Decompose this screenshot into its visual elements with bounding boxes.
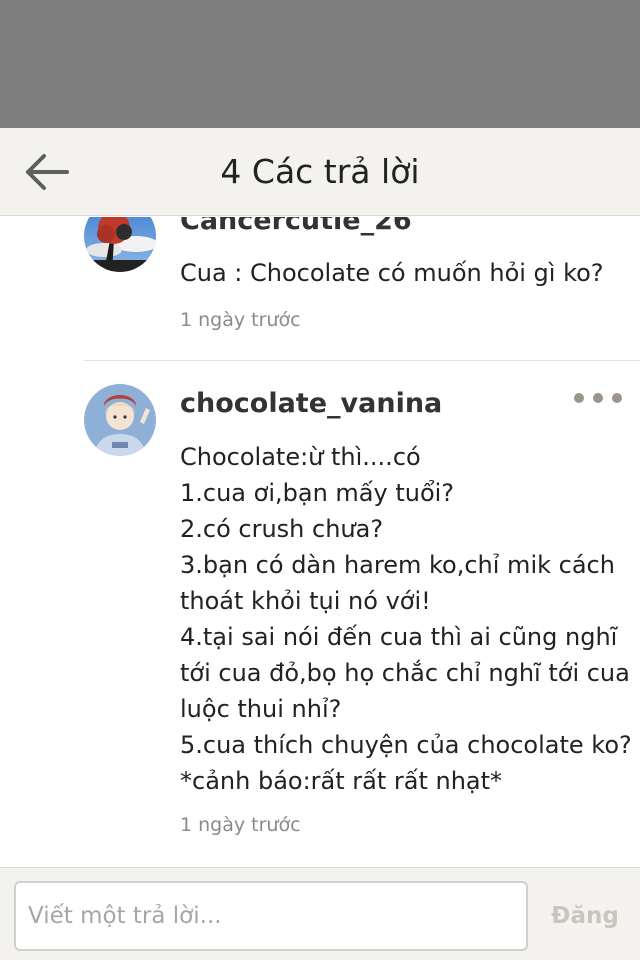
comment-line: 4.tại sai nói đến cua thì ai cũng nghĩ	[180, 623, 618, 651]
comment-line: thoát khỏi tụi nó với!	[180, 587, 431, 615]
avatar[interactable]	[84, 217, 156, 272]
comment-username[interactable]: chocolate_vanina	[180, 388, 442, 419]
more-dot	[593, 393, 603, 403]
comment-body: Chocolate:ừ thì....có 1.cua ơi,bạn mấy t…	[180, 439, 632, 799]
status-bar-area	[0, 0, 640, 128]
comment-line: Cua : Chocolate có muốn hỏi gì ko?	[180, 259, 604, 287]
comment-line: 2.có crush chưa?	[180, 515, 384, 543]
comment-line: tới cua đỏ,bọ họ chắc chỉ nghĩ tới cua	[180, 659, 630, 687]
page-title: 4 Các trả lời	[220, 152, 420, 191]
comment-username[interactable]: Cancercutie_26	[180, 217, 412, 236]
reply-input[interactable]	[14, 881, 528, 951]
avatar[interactable]	[84, 384, 156, 456]
comment-line: luộc thui nhỉ?	[180, 695, 342, 723]
comment-timestamp: 1 ngày trước	[180, 814, 301, 836]
post-button[interactable]: Đăng	[540, 881, 630, 951]
comment-line: 1.cua ơi,bạn mấy tuổi?	[180, 479, 455, 507]
comment-line: Chocolate:ừ thì....có	[180, 443, 421, 471]
replies-list[interactable]: Cancercutie_26 Cua : Chocolate có muốn h…	[0, 217, 640, 867]
more-options-button[interactable]	[574, 217, 622, 222]
reply-bar: Đăng	[0, 867, 640, 960]
comment-line: 3.bạn có dàn harem ko,chỉ mik cách	[180, 551, 615, 579]
header-bar: 4 Các trả lời	[0, 128, 640, 216]
more-dots-icon	[574, 393, 584, 403]
comment-timestamp: 1 ngày trước	[180, 309, 301, 331]
more-options-button[interactable]	[574, 388, 622, 408]
comment-line: *cảnh báo:rất rất rất nhạt*	[180, 767, 503, 795]
comment-line: 5.cua thích chuyện của chocolate ko?	[180, 731, 632, 759]
more-dot	[612, 393, 622, 403]
divider	[84, 360, 640, 361]
comment-body: Cua : Chocolate có muốn hỏi gì ko?	[180, 255, 630, 291]
